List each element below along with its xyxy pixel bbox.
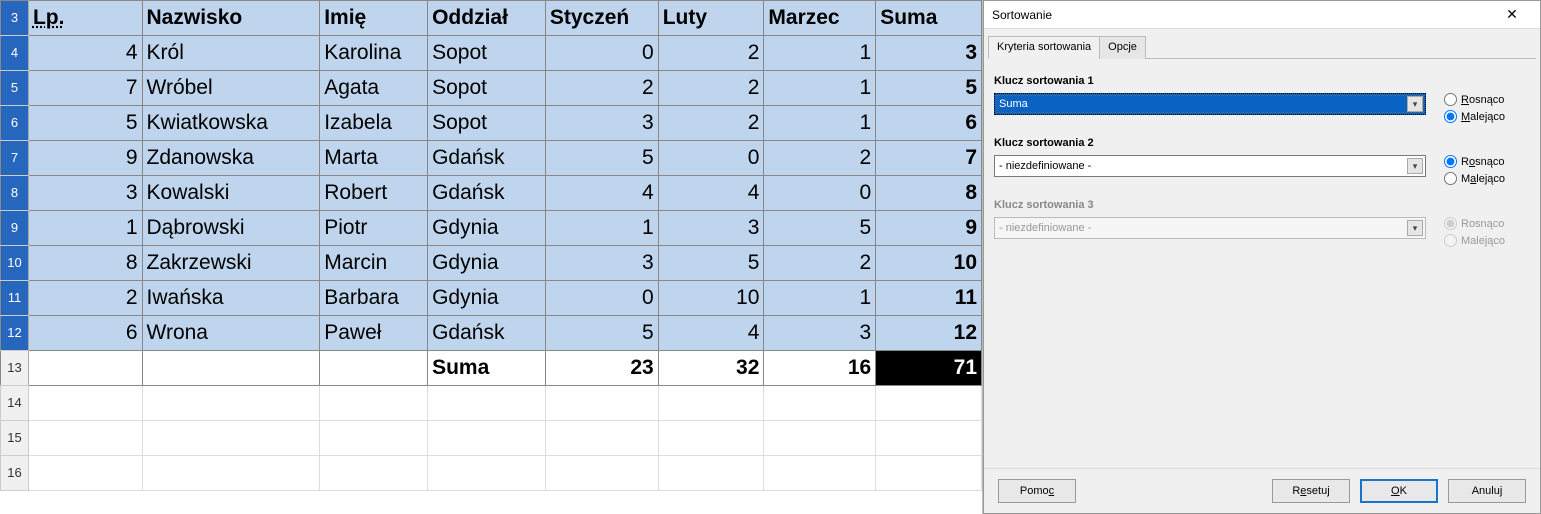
table-row: 6 5 Kwiatkowska Izabela Sopot 3 2 1 6 xyxy=(1,106,982,141)
table-row: 5 7 Wróbel Agata Sopot 2 2 1 5 xyxy=(1,71,982,106)
cell-nazwisko[interactable]: Król xyxy=(142,36,320,71)
data-table: 3 Lp. Nazwisko Imię Oddział Styczeń Luty… xyxy=(0,0,982,491)
col-header-imie[interactable]: Imię xyxy=(320,1,428,36)
table-row: 14 xyxy=(1,386,982,421)
chevron-down-icon: ▾ xyxy=(1407,158,1423,174)
col-header-marzec[interactable]: Marzec xyxy=(764,1,876,36)
table-row: 16 xyxy=(1,456,982,491)
row-number[interactable]: 15 xyxy=(1,421,29,456)
sort-key1-desc-radio[interactable]: Malejąco xyxy=(1444,110,1505,123)
spreadsheet-area[interactable]: 3 Lp. Nazwisko Imię Oddział Styczeń Luty… xyxy=(0,0,983,514)
row-number[interactable]: 9 xyxy=(1,211,29,246)
sort-key2-label: Klucz sortowania 2 xyxy=(994,137,1530,149)
tab-options[interactable]: Opcje xyxy=(1099,36,1146,59)
sum-row: 13 Suma 23 32 16 71 xyxy=(1,351,982,386)
sort-key2-asc-radio[interactable]: Rosnąco xyxy=(1444,155,1505,168)
row-number[interactable]: 14 xyxy=(1,386,29,421)
sort-key1-combo[interactable]: Suma ▾ xyxy=(994,93,1426,115)
sort-key1-value: Suma xyxy=(999,98,1028,110)
row-number[interactable]: 6 xyxy=(1,106,29,141)
table-row: 8 3 Kowalski Robert Gdańsk 4 4 0 8 xyxy=(1,176,982,211)
col-header-styczen[interactable]: Styczeń xyxy=(545,1,658,36)
row-number[interactable]: 12 xyxy=(1,316,29,351)
sort-key2-desc-radio[interactable]: Malejąco xyxy=(1444,172,1505,185)
row-number[interactable]: 13 xyxy=(1,351,29,386)
sum-mar[interactable]: 16 xyxy=(764,351,876,386)
help-button[interactable]: Pomoc xyxy=(998,479,1076,503)
chevron-down-icon: ▾ xyxy=(1407,220,1423,236)
sort-key3-combo: - niezdefiniowane - ▾ xyxy=(994,217,1426,239)
sort-key3-asc-radio: Rosnąco xyxy=(1444,217,1505,230)
col-header-suma[interactable]: Suma xyxy=(876,1,982,36)
sort-key2-combo[interactable]: - niezdefiniowane - ▾ xyxy=(994,155,1426,177)
cell-imie[interactable]: Karolina xyxy=(320,36,428,71)
cell-sum[interactable]: 3 xyxy=(876,36,982,71)
header-row: 3 Lp. Nazwisko Imię Oddział Styczeń Luty… xyxy=(1,1,982,36)
cell-sty[interactable]: 0 xyxy=(545,36,658,71)
row-number[interactable]: 4 xyxy=(1,36,29,71)
cell-oddzial[interactable]: Sopot xyxy=(428,36,546,71)
row-number[interactable]: 16 xyxy=(1,456,29,491)
table-row: 12 6 Wrona Paweł Gdańsk 5 4 3 12 xyxy=(1,316,982,351)
table-row: 7 9 Zdanowska Marta Gdańsk 5 0 2 7 xyxy=(1,141,982,176)
cancel-button[interactable]: Anuluj xyxy=(1448,479,1526,503)
col-header-lp[interactable]: Lp. xyxy=(28,1,142,36)
row-number[interactable]: 10 xyxy=(1,246,29,281)
row-number[interactable]: 3 xyxy=(1,1,29,36)
sort-key2-value: - niezdefiniowane - xyxy=(999,160,1091,172)
tab-criteria[interactable]: Kryteria sortowania xyxy=(988,36,1100,59)
sum-total[interactable]: 71 xyxy=(876,351,982,386)
chevron-down-icon: ▾ xyxy=(1407,96,1423,112)
cell-lut[interactable]: 2 xyxy=(658,36,764,71)
table-row: 9 1 Dąbrowski Piotr Gdynia 1 3 5 9 xyxy=(1,211,982,246)
sum-sty[interactable]: 23 xyxy=(545,351,658,386)
sort-dialog: Sortowanie ✕ Kryteria sortowania Opcje K… xyxy=(983,0,1541,514)
table-row: 11 2 Iwańska Barbara Gdynia 0 10 1 11 xyxy=(1,281,982,316)
sort-key1-label: Klucz sortowania 1 xyxy=(994,75,1530,87)
table-row: 15 xyxy=(1,421,982,456)
col-header-luty[interactable]: Luty xyxy=(658,1,764,36)
dialog-title: Sortowanie xyxy=(992,8,1052,22)
dialog-panel: Klucz sortowania 1 Suma ▾ Rosnąco Maleją… xyxy=(984,59,1540,251)
cell-lp[interactable]: 4 xyxy=(28,36,142,71)
ok-button[interactable]: OK xyxy=(1360,479,1438,503)
sort-key3-value: - niezdefiniowane - xyxy=(999,222,1091,234)
row-number[interactable]: 11 xyxy=(1,281,29,316)
col-header-nazwisko[interactable]: Nazwisko xyxy=(142,1,320,36)
dialog-button-bar: Pomoc Resetuj OK Anuluj xyxy=(984,468,1540,503)
sum-lut[interactable]: 32 xyxy=(658,351,764,386)
sort-key1-asc-radio[interactable]: Rosnąco xyxy=(1444,93,1505,106)
dialog-titlebar[interactable]: Sortowanie ✕ xyxy=(984,1,1540,29)
row-number[interactable]: 8 xyxy=(1,176,29,211)
reset-button[interactable]: Resetuj xyxy=(1272,479,1350,503)
sort-key3-label: Klucz sortowania 3 xyxy=(994,199,1530,211)
dialog-tabs: Kryteria sortowania Opcje xyxy=(988,35,1536,59)
row-number[interactable]: 7 xyxy=(1,141,29,176)
table-row: 10 8 Zakrzewski Marcin Gdynia 3 5 2 10 xyxy=(1,246,982,281)
col-header-oddzial[interactable]: Oddział xyxy=(428,1,546,36)
table-row: 4 4 Król Karolina Sopot 0 2 1 3 xyxy=(1,36,982,71)
sum-label[interactable]: Suma xyxy=(428,351,546,386)
cell-mar[interactable]: 1 xyxy=(764,36,876,71)
sort-key3-desc-radio: Malejąco xyxy=(1444,234,1505,247)
row-number[interactable]: 5 xyxy=(1,71,29,106)
close-icon[interactable]: ✕ xyxy=(1492,6,1532,23)
